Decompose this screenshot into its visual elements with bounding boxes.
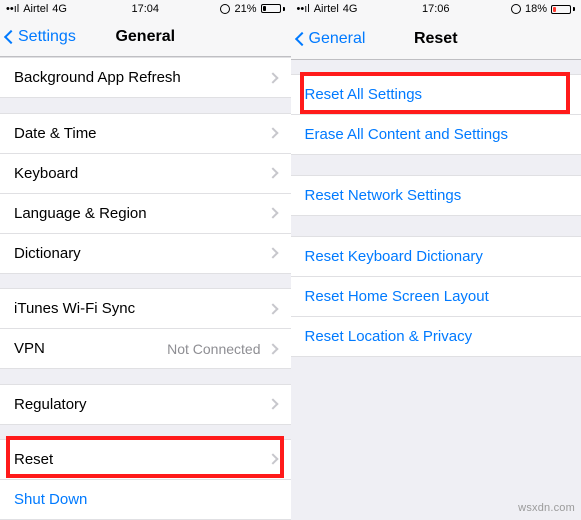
- cell-dictionary[interactable]: Dictionary: [0, 234, 291, 274]
- alarm-icon: [511, 4, 521, 14]
- screen-reset: ••ıl Airtel 4G 17:06 18% General Reset R…: [291, 0, 581, 520]
- cell-date-time[interactable]: Date & Time: [0, 114, 291, 154]
- chevron-right-icon: [267, 303, 278, 314]
- cell-label: Reset Network Settings: [305, 187, 462, 204]
- watermark: wsxdn.com: [518, 502, 575, 514]
- cell-label: Dictionary: [14, 245, 81, 262]
- cell-reset[interactable]: Reset: [0, 440, 291, 480]
- battery-percent: 21%: [234, 3, 256, 15]
- cell-label: Reset Keyboard Dictionary: [305, 248, 483, 265]
- carrier-label: Airtel: [23, 3, 48, 15]
- chevron-right-icon: [267, 128, 278, 139]
- cell-label: Reset All Settings: [305, 86, 423, 103]
- cell-label: Date & Time: [14, 125, 97, 142]
- chevron-right-icon: [267, 398, 278, 409]
- chevron-right-icon: [267, 248, 278, 259]
- signal-bars-icon: ••ıl: [6, 3, 19, 15]
- screen-general: ••ıl Airtel 4G 17:04 21% Settings Genera…: [0, 0, 291, 520]
- cell-reset-all-settings[interactable]: Reset All Settings: [291, 75, 581, 115]
- cell-label: Language & Region: [14, 205, 147, 222]
- cell-erase-all-content[interactable]: Erase All Content and Settings: [291, 115, 581, 155]
- chevron-right-icon: [267, 168, 278, 179]
- cell-background-app-refresh[interactable]: Background App Refresh: [0, 58, 291, 98]
- signal-bars-icon: ••ıl: [297, 3, 310, 15]
- carrier-label: Airtel: [314, 3, 339, 15]
- alarm-icon: [220, 4, 230, 14]
- cell-label: iTunes Wi-Fi Sync: [14, 300, 135, 317]
- cell-label: VPN: [14, 340, 45, 357]
- network-label: 4G: [343, 3, 358, 15]
- nav-title: Reset: [291, 30, 581, 48]
- cell-label: Shut Down: [14, 491, 87, 508]
- status-bar: ••ıl Airtel 4G 17:04 21%: [0, 0, 291, 17]
- cell-reset-keyboard-dict[interactable]: Reset Keyboard Dictionary: [291, 237, 581, 277]
- cell-label: Keyboard: [14, 165, 78, 182]
- nav-bar: General Reset: [291, 18, 581, 60]
- settings-list[interactable]: Background App Refresh Date & Time Keybo…: [0, 57, 291, 520]
- cell-language-region[interactable]: Language & Region: [0, 194, 291, 234]
- cell-label: Reset Home Screen Layout: [305, 288, 489, 305]
- status-bar: ••ıl Airtel 4G 17:06 18%: [291, 0, 581, 18]
- chevron-right-icon: [267, 72, 278, 83]
- chevron-right-icon: [267, 343, 278, 354]
- vpn-status: Not Connected: [167, 341, 260, 357]
- chevron-right-icon: [267, 208, 278, 219]
- cell-regulatory[interactable]: Regulatory: [0, 385, 291, 425]
- cell-label: Reset: [14, 451, 53, 468]
- battery-icon: [261, 4, 285, 13]
- cell-label: Regulatory: [14, 396, 87, 413]
- battery-percent: 18%: [525, 3, 547, 15]
- cell-itunes-wifi-sync[interactable]: iTunes Wi-Fi Sync: [0, 289, 291, 329]
- cell-reset-network[interactable]: Reset Network Settings: [291, 176, 581, 216]
- cell-keyboard[interactable]: Keyboard: [0, 154, 291, 194]
- nav-title: General: [0, 28, 291, 46]
- network-label: 4G: [52, 3, 67, 15]
- cell-shut-down[interactable]: Shut Down: [0, 480, 291, 520]
- chevron-right-icon: [267, 454, 278, 465]
- cell-label: Erase All Content and Settings: [305, 126, 508, 143]
- cell-vpn[interactable]: VPN Not Connected: [0, 329, 291, 369]
- cell-reset-home-screen[interactable]: Reset Home Screen Layout: [291, 277, 581, 317]
- nav-bar: Settings General: [0, 17, 291, 57]
- reset-list[interactable]: Reset All Settings Erase All Content and…: [291, 60, 581, 520]
- cell-label: Background App Refresh: [14, 69, 181, 86]
- cell-label: Reset Location & Privacy: [305, 328, 473, 345]
- battery-icon: [551, 5, 575, 14]
- cell-reset-location-privacy[interactable]: Reset Location & Privacy: [291, 317, 581, 357]
